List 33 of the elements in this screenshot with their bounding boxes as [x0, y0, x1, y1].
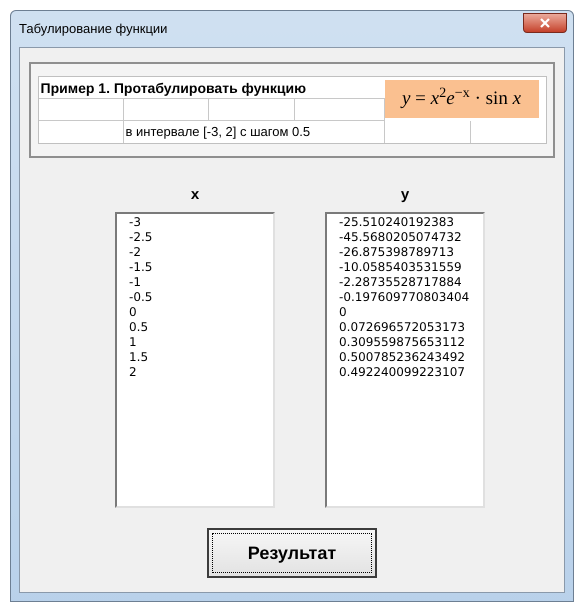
column-header: x	[190, 186, 200, 204]
column-header: y	[400, 186, 410, 204]
list-item[interactable]: 0.072696572053173	[339, 320, 465, 335]
list-item[interactable]: 1.5	[129, 350, 148, 365]
close-button[interactable]	[523, 13, 567, 33]
list-item[interactable]: -2.28735528717884	[339, 275, 462, 290]
list-item[interactable]: -25.510240192383	[339, 215, 454, 230]
list-box[interactable]: -3 -2.5 -2 -1.5 -1 -0.5 0 0.5 1 1.5 2	[115, 212, 275, 508]
list-item[interactable]: 2	[129, 365, 137, 380]
list-item[interactable]: 0.309559875653112	[339, 335, 465, 350]
interval-text: в интервале [-3, 2] с шагом 0.5	[124, 121, 384, 143]
close-icon	[539, 18, 551, 28]
list-item[interactable]: 0.500785236243492	[339, 350, 465, 365]
list-item[interactable]: 1	[129, 335, 137, 350]
list-item[interactable]: -3	[129, 215, 141, 230]
list-item[interactable]: 0.5	[129, 320, 148, 335]
window-title: Табулирование функции	[19, 20, 168, 38]
result-button[interactable]: Результат	[207, 528, 377, 578]
list-item[interactable]: -0.197609770803404	[339, 290, 470, 305]
list-item[interactable]: -2	[129, 245, 141, 260]
list-item[interactable]: -10.0585403531559	[339, 260, 462, 275]
list-item[interactable]: -45.5680205074732	[339, 230, 462, 245]
list-item[interactable]: 0.492240099223107	[339, 365, 465, 380]
list-item[interactable]: 0	[339, 305, 347, 320]
list-box[interactable]: -25.510240192383 -45.5680205074732 -26.875398789713 -10.0585403531559 -2.28735528717884 -0.197609770803404 0 0.072696572053173 0.309559875653112 0.500785236243492 0.492240099223107	[325, 212, 485, 508]
formula: y = x$^{2}$e$^{−x}$ · sin x	[384, 80, 538, 118]
list-item[interactable]: -2.5	[129, 230, 152, 245]
example-heading: Пример 1. Протабулировать функцию	[38, 77, 384, 99]
list-item[interactable]: -1	[129, 275, 141, 290]
list-item[interactable]: -0.5	[129, 290, 152, 305]
list-item[interactable]: -26.875398789713	[339, 245, 454, 260]
list-item[interactable]: 0	[129, 305, 137, 320]
list-item[interactable]: -1.5	[129, 260, 152, 275]
